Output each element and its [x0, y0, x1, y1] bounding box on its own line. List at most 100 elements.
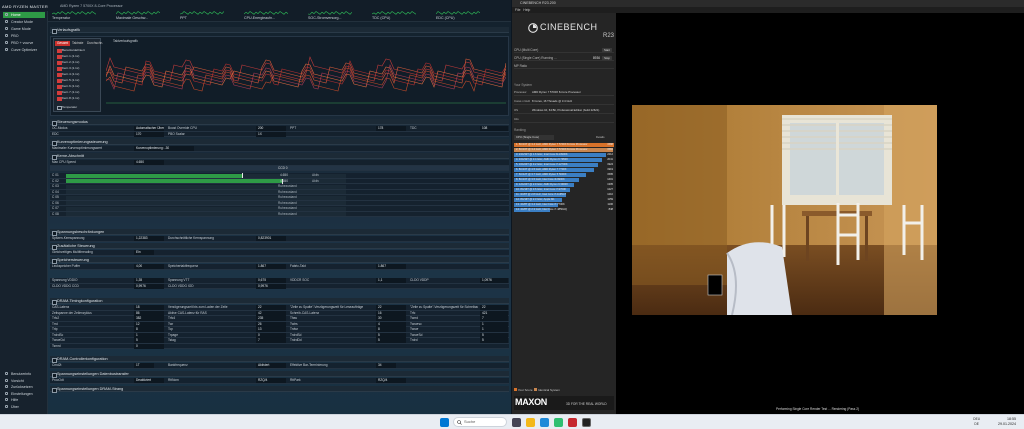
field-value[interactable]: 178	[376, 126, 406, 131]
field-value[interactable]: 1,0976	[480, 278, 508, 283]
field-value[interactable]: 1X	[256, 131, 286, 137]
field-value[interactable]: 1,1	[376, 278, 406, 283]
field-value[interactable]: 18	[134, 305, 164, 310]
field-value[interactable]: 421	[480, 310, 508, 316]
cinebench-icon[interactable]	[582, 418, 591, 427]
sidebar-bottom-0[interactable]: Benutzerinfo	[3, 371, 45, 377]
field-value[interactable]: 4	[376, 321, 406, 327]
section-memory[interactable]: Speichersteuerung	[50, 257, 509, 264]
ranking-row[interactable]: 2. 8C/16T @ 3.4 GHz, AMD Ryzen 7 5700X 8…	[514, 148, 614, 153]
field-value[interactable]: 0	[134, 343, 164, 349]
field-value[interactable]: 16	[376, 310, 406, 316]
graph-series-toggle[interactable]: Kern 3 (1.1x)	[57, 66, 79, 71]
section-dram2[interactable]: DRAM-Controllerkonfiguration	[50, 356, 509, 363]
edge-icon[interactable]	[540, 418, 549, 427]
field-value[interactable]: 12	[134, 321, 164, 327]
section-limits[interactable]: Kurvenoptimierungssteuerung	[50, 139, 509, 146]
sidebar-bottom-3[interactable]: Einstellungen	[3, 391, 45, 397]
graph-series-toggle[interactable]: Kern 5 (1.1x)	[57, 78, 79, 83]
field-value[interactable]: 0,9976	[256, 283, 286, 289]
field-value[interactable]: 382	[134, 316, 164, 321]
graph-series-toggle[interactable]: Temperatur	[57, 105, 77, 110]
ranking-row[interactable]: 9. 12C/24T @ 2.9 GHz, AMD Ryzen 9 3900X 1…	[514, 183, 614, 188]
field-value[interactable]: 42	[256, 310, 286, 316]
cb-stop-button[interactable]: Stop	[602, 56, 612, 60]
menu-file[interactable]: File	[515, 8, 520, 12]
graph-series-toggle[interactable]: Kern 2 (1.1x)	[57, 60, 79, 65]
field-value[interactable]: 1	[480, 327, 508, 332]
field-value[interactable]: 1	[480, 321, 508, 327]
field-value[interactable]: 5	[376, 338, 406, 343]
tab-gesamt[interactable]: Gesamt	[55, 41, 71, 46]
section-graph[interactable]: Verlaufsgrafik	[50, 27, 509, 34]
cb-start-button[interactable]: Start	[602, 48, 612, 52]
field-value[interactable]: 86	[134, 310, 164, 316]
windows-start-icon[interactable]	[440, 418, 449, 427]
sidebar-item-3[interactable]: PBO	[3, 33, 45, 39]
graph-series-toggle[interactable]: Benutzerdefiniert	[57, 48, 85, 53]
sidebar-item-2[interactable]: Game Mode	[3, 26, 45, 32]
ranking-row[interactable]: 4. 16C/32T @ 3.4 GHz, AMD Ryzen 9 7950X 2…	[514, 158, 614, 163]
field-value[interactable]: 1	[134, 332, 164, 338]
field-value[interactable]: 5	[480, 338, 508, 343]
field-value[interactable]: 0,9976	[134, 283, 164, 289]
sidebar-item-5[interactable]: Curve Optimizer	[3, 47, 45, 53]
ranking-row[interactable]: 11. 4C/8T @ 2.8 GHz, Intel Core i7-1165G…	[514, 193, 614, 198]
section-dram[interactable]: DRAM-Timingkonfiguration	[50, 298, 509, 305]
ranking-row[interactable]: 6. 8C/16T @ 4.5 GHz, AMD Ryzen 7 7700X 19…	[514, 168, 614, 173]
ranking-row[interactable]: 3. 24C/32T @ 1.6 GHz, Intel Core i9-1390…	[514, 153, 614, 158]
ranking-select[interactable]: CPU (Single Core)	[514, 135, 554, 140]
ranking-row[interactable]: 12. 8C/16T @ 2.3 GHz, Apple M1 1159	[514, 198, 614, 203]
ranking-row[interactable]: 14. 4C/8T @ 2.3 GHz, Intel Core i7-4850H…	[514, 208, 614, 213]
field-value[interactable]: 22	[256, 305, 286, 310]
tab-taktrate[interactable]: Taktrate	[70, 41, 85, 46]
graph-series-toggle[interactable]: Kern 6 (1.1x)	[57, 84, 79, 89]
field-value[interactable]: 235	[256, 316, 286, 321]
ranking-row[interactable]: 13. 4C/8T @ 3.4 GHz, Intel Core i7-7700K…	[514, 203, 614, 208]
sidebar-item-0[interactable]: Home	[3, 12, 45, 18]
ranking-row[interactable]: 8. 8C/16T @ 3.5 GHz, Intel Core i9-9900K…	[514, 178, 614, 183]
field-value[interactable]: 0	[256, 332, 286, 338]
language-indicator[interactable]: DEU DE	[973, 417, 980, 427]
field-value[interactable]: 0,675	[256, 278, 286, 283]
graph-series-toggle[interactable]: Kern 1 (1.1x)	[57, 54, 79, 59]
field-value[interactable]: 170	[134, 131, 164, 137]
section-control[interactable]: Steuerungsmodus	[50, 119, 509, 126]
sidebar-bottom-5[interactable]: Über	[3, 404, 45, 410]
ranking-details[interactable]: Details	[596, 135, 605, 140]
field-value[interactable]: 13	[256, 327, 286, 332]
field-value[interactable]: 26	[256, 321, 286, 327]
smt-value[interactable]: Ein	[134, 250, 154, 255]
field-value[interactable]: 22	[376, 305, 406, 310]
ranking-row[interactable]: 5. 16C/24T @ 3.2 GHz, Intel Core i7-1270…	[514, 163, 614, 168]
field-value[interactable]: 22	[480, 305, 508, 310]
section-cores[interactable]: Kerne-Abschnitt	[50, 153, 509, 160]
explorer-icon[interactable]	[526, 418, 535, 427]
sidebar-bottom-4[interactable]: Hilfe	[3, 397, 45, 403]
field-value[interactable]: 200	[256, 126, 286, 131]
menu-help[interactable]: Help	[523, 8, 530, 12]
graph-series-toggle[interactable]: Kern 7 (1.1x)	[57, 90, 79, 95]
field-value[interactable]: 5	[134, 338, 164, 343]
ranking-row[interactable]: 1. 8C/16T @ 3.4 GHz, AMD Ryzen 7 5700X 8…	[514, 143, 614, 148]
section-bottom1[interactable]: Spannungseinstellungen Datenbustransfer	[50, 371, 509, 378]
field-value[interactable]: 7	[480, 316, 508, 321]
sidebar-bottom-1[interactable]: Vorsicht	[3, 378, 45, 384]
ryzen-master-icon[interactable]	[568, 418, 577, 427]
field-value[interactable]: 5	[480, 332, 508, 338]
section-voltage[interactable]: Spannungsbeschränkungen	[50, 229, 509, 236]
graph-series-toggle[interactable]: Kern 4 (1.1x)	[57, 72, 79, 77]
field-value[interactable]: 7	[256, 338, 286, 343]
field-value[interactable]: 5	[376, 332, 406, 338]
field-value[interactable]: 1,35	[134, 278, 164, 283]
section-extra[interactable]: Zusätzliche Steuerung	[50, 243, 509, 250]
ranking-row[interactable]: 10. 8C/16T @ 3.6 GHz, Intel Core i7-9700…	[514, 188, 614, 193]
field-value[interactable]: 30	[376, 316, 406, 321]
sidebar-item-4[interactable]: PBO + vcurve	[3, 40, 45, 46]
ranking-row[interactable]: 7. 6C/12T @ 3.7 GHz, AMD Ryzen 5 5600X 15…	[514, 173, 614, 178]
field-value[interactable]: 8	[376, 327, 406, 332]
task-view-icon[interactable]	[512, 418, 521, 427]
graph-series-toggle[interactable]: Kern 8 (1.1x)	[57, 96, 79, 101]
sidebar-bottom-2[interactable]: Zurücksetzen	[3, 384, 45, 390]
field-value[interactable]: 108	[480, 126, 508, 131]
